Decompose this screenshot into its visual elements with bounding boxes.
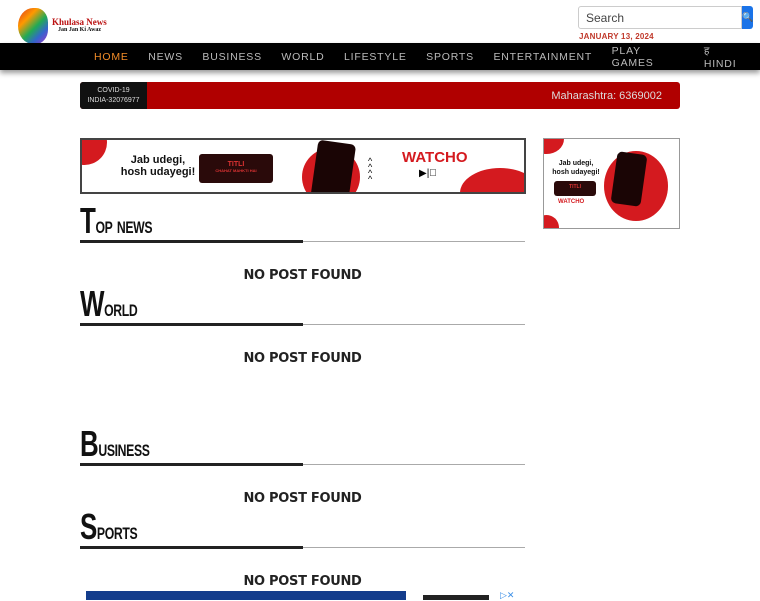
empty-message: NO POST FOUND bbox=[243, 491, 362, 506]
search-form: 🔍 bbox=[578, 6, 754, 29]
section-title: Sports bbox=[80, 506, 138, 547]
ad-show-title: TITLI bbox=[227, 161, 245, 168]
nav-business[interactable]: BUSINESS bbox=[202, 51, 262, 63]
nav-world[interactable]: WORLD bbox=[281, 51, 324, 63]
ad-show-sign: TITLI CHAHAT MAHKTI HAI bbox=[199, 154, 273, 183]
side-ad[interactable]: Jab udegi, hosh udayegi! TITLI WATCHO bbox=[543, 138, 680, 229]
current-date: JANUARY 13, 2024 bbox=[579, 32, 654, 41]
nav-hindi[interactable]: ह HINDI bbox=[704, 44, 741, 70]
divider bbox=[80, 463, 303, 466]
section-heading-business: Business bbox=[80, 423, 525, 466]
ticker-label-title: COVID-19 bbox=[97, 87, 130, 94]
nav-play-games[interactable]: PLAY GAMES bbox=[612, 45, 676, 69]
divider bbox=[303, 464, 525, 465]
empty-message: NO POST FOUND bbox=[243, 268, 362, 283]
ad-brand: WATCHO bbox=[558, 199, 585, 205]
bottom-ad-thumbnail[interactable] bbox=[423, 595, 489, 600]
search-button[interactable]: 🔍 bbox=[742, 6, 754, 29]
ticker-label: COVID-19 INDIA-32076977 bbox=[80, 82, 147, 109]
section-heading-sports: Sports bbox=[80, 506, 525, 549]
divider bbox=[303, 324, 525, 325]
divider bbox=[80, 323, 303, 326]
divider bbox=[80, 546, 303, 549]
section-title: Top news bbox=[80, 200, 153, 241]
site-logo[interactable]: Khulasa News Jan Jan Ki Awaz bbox=[18, 8, 118, 44]
ad-decoration bbox=[544, 139, 564, 154]
ad-close-icon[interactable]: ▷✕ bbox=[500, 590, 514, 601]
ad-slogan: Jab udegi, hosh udayegi! bbox=[552, 160, 600, 176]
bottom-ad[interactable] bbox=[86, 591, 406, 600]
section-heading-world: World bbox=[80, 283, 525, 326]
covid-ticker: COVID-19 INDIA-32076977 Maharashtra: 636… bbox=[80, 82, 680, 109]
section-title: World bbox=[80, 283, 138, 324]
ad-slogan: Jab udegi, hosh udayegi! bbox=[120, 154, 196, 178]
section-heading-top-news: Top news bbox=[80, 200, 525, 243]
brand-tagline: Jan Jan Ki Awaz bbox=[58, 27, 102, 33]
ticker-message: Maharashtra: 6369002 bbox=[551, 90, 662, 102]
nav-lifestyle[interactable]: LIFESTYLE bbox=[344, 51, 407, 63]
ad-show-sign: TITLI bbox=[554, 181, 596, 196]
ticker-label-count: INDIA-32076977 bbox=[87, 97, 140, 104]
ad-show-subtitle: CHAHAT MAHKTI HAI bbox=[215, 168, 257, 173]
chevron-up-icon: ^ ^ ^ ^ bbox=[368, 156, 373, 184]
ad-decoration bbox=[544, 215, 559, 228]
banner-ad[interactable]: Jab udegi, hosh udayegi! TITLI CHAHAT MAH… bbox=[80, 138, 526, 194]
empty-message: NO POST FOUND bbox=[243, 574, 362, 589]
ad-brand: WATCHO bbox=[402, 149, 468, 166]
section-title: Business bbox=[80, 423, 150, 464]
brand-name: Khulasa News bbox=[52, 17, 107, 27]
ad-decoration bbox=[82, 140, 107, 165]
play-store-icon: ▶| bbox=[419, 168, 437, 179]
ad-decoration bbox=[460, 168, 524, 192]
empty-message: NO POST FOUND bbox=[243, 351, 362, 366]
search-icon: 🔍 bbox=[742, 12, 754, 22]
divider bbox=[303, 547, 525, 548]
nav-entertainment[interactable]: ENTERTAINMENT bbox=[493, 51, 592, 63]
divider bbox=[80, 240, 303, 243]
nav-home[interactable]: HOME bbox=[94, 51, 129, 63]
nav-news[interactable]: NEWS bbox=[148, 51, 183, 63]
main-nav: HOME NEWS BUSINESS WORLD LIFESTYLE SPORT… bbox=[0, 43, 760, 70]
divider bbox=[303, 241, 525, 242]
lion-logo-icon bbox=[18, 8, 48, 44]
search-input[interactable] bbox=[578, 6, 742, 29]
nav-sports[interactable]: SPORTS bbox=[426, 51, 474, 63]
ad-phone-image bbox=[309, 140, 357, 192]
